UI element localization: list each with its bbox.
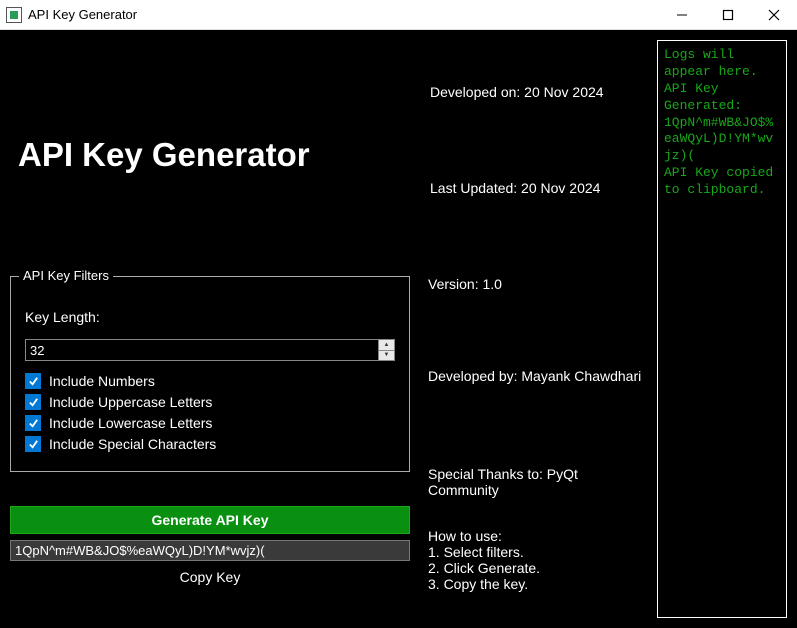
meta-version: Version: 1.0 [428,276,649,292]
howto-title: How to use: [428,528,649,544]
checkbox-checked-icon [25,373,41,389]
meta-thanks: Special Thanks to: PyQt Community [428,466,649,498]
maximize-icon [722,9,734,21]
minimize-button[interactable] [659,0,705,30]
logs-panel: Logs will appear here. API Key Generated… [657,40,787,618]
include-uppercase-row[interactable]: Include Uppercase Letters [25,394,395,410]
howto-step1: 1. Select filters. [428,544,649,560]
checkbox-checked-icon [25,394,41,410]
meta-last-updated: Last Updated: 20 Nov 2024 [430,180,649,200]
logs-line: API Key copied to clipboard. [664,165,780,199]
close-button[interactable] [751,0,797,30]
include-numbers-row[interactable]: Include Numbers [25,373,395,389]
meta-column: Developed on: 20 Nov 2024 Last Updated: … [430,40,649,270]
minimize-icon [676,9,688,21]
below-row: Generate API Key Copy Key How to use: 1.… [10,498,649,592]
filters-legend: API Key Filters [19,268,113,283]
window-titlebar: API Key Generator [0,0,797,30]
howto-step3: 3. Copy the key. [428,576,649,592]
key-length-label: Key Length: [25,309,395,325]
include-special-row[interactable]: Include Special Characters [25,436,395,452]
checkbox-checked-icon [25,436,41,452]
spin-arrows: ▲ ▼ [378,340,394,360]
key-length-spinbox[interactable]: ▲ ▼ [25,339,395,361]
spin-up-button[interactable]: ▲ [378,340,394,351]
filters-fieldset: API Key Filters Key Length: ▲ ▼ Include … [10,276,410,472]
logs-line: API Key Generated: 1QpN^m#WB&JO$%eaWQyL)… [664,81,780,165]
key-length-input[interactable] [26,340,378,360]
main-column: API Key Generator Developed on: 20 Nov 2… [10,40,649,618]
generate-button[interactable]: Generate API Key [10,506,410,534]
app-body: API Key Generator Developed on: 20 Nov 2… [0,30,797,628]
key-output[interactable] [10,540,410,561]
top-row: API Key Generator Developed on: 20 Nov 2… [10,40,649,270]
maximize-button[interactable] [705,0,751,30]
include-lowercase-label: Include Lowercase Letters [49,415,212,431]
howto-column: How to use: 1. Select filters. 2. Click … [428,498,649,592]
window-title: API Key Generator [28,7,659,22]
include-special-label: Include Special Characters [49,436,216,452]
checkbox-checked-icon [25,415,41,431]
include-lowercase-row[interactable]: Include Lowercase Letters [25,415,395,431]
generate-column: Generate API Key Copy Key [10,498,410,592]
logs-line: Logs will appear here. [664,47,780,81]
howto-step2: 2. Click Generate. [428,560,649,576]
close-icon [768,9,780,21]
page-title: API Key Generator [18,136,310,174]
copy-button[interactable]: Copy Key [10,569,410,585]
window-controls [659,0,797,30]
spin-down-button[interactable]: ▼ [378,351,394,361]
include-numbers-label: Include Numbers [49,373,155,389]
meta-developed-by: Developed by: Mayank Chawdhari [428,368,649,384]
app-icon [6,7,22,23]
meta-developed-on: Developed on: 20 Nov 2024 [430,84,649,104]
include-uppercase-label: Include Uppercase Letters [49,394,212,410]
title-area: API Key Generator [10,40,420,270]
